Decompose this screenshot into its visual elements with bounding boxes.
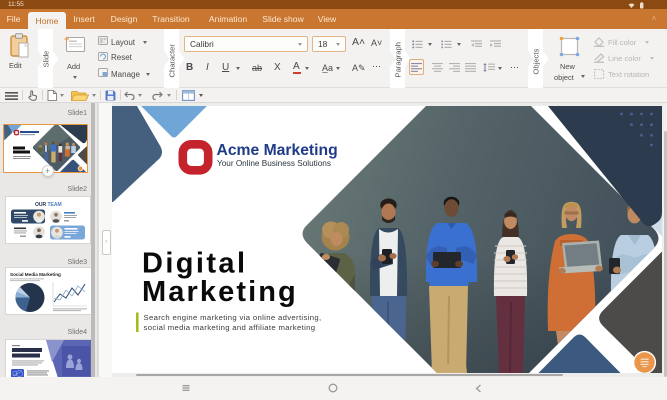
svg-text:Your Online Business Solutions: Your Online Business Solutions	[217, 159, 331, 168]
svg-text:Social Media Marketing: Social Media Marketing	[10, 272, 61, 277]
svg-text:social media marketing and aff: social media marketing and affiliate mar…	[144, 323, 316, 332]
svg-text:Search engine marketing via on: Search engine marketing via online adver…	[144, 313, 322, 322]
svg-text:Slide: Slide	[41, 50, 50, 67]
svg-text:Character: Character	[167, 43, 176, 77]
svg-text:Objects: Objects	[531, 48, 540, 74]
svg-text:+: +	[64, 35, 69, 44]
svg-text:Marketing: Marketing	[142, 276, 298, 308]
svg-text:OUR TEAM: OUR TEAM	[35, 202, 62, 208]
svg-text:Digital: Digital	[142, 248, 247, 280]
svg-text:Acme Marketing: Acme Marketing	[217, 142, 338, 159]
svg-text:Paragraph: Paragraph	[393, 42, 402, 77]
